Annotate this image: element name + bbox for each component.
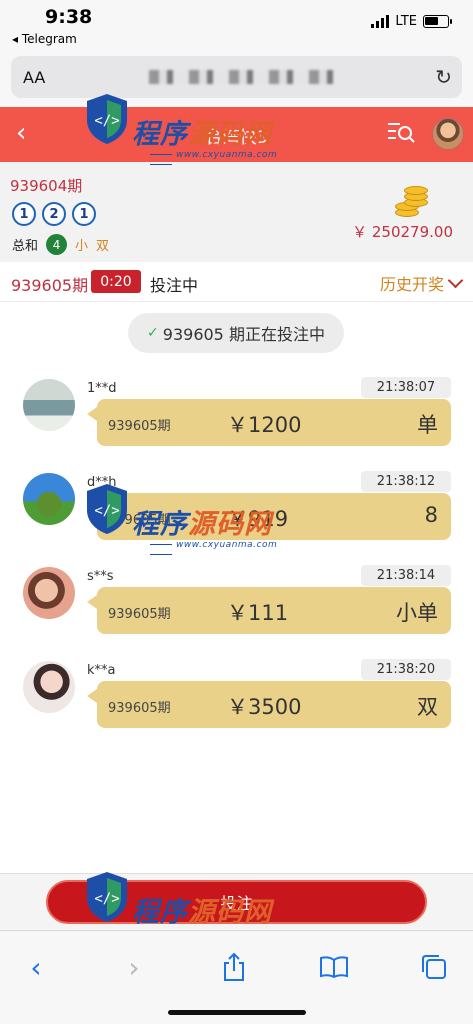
draw-ball: 1 <box>72 202 96 226</box>
bet-username: 1**d <box>87 381 117 396</box>
place-bet-button[interactable]: 投注 <box>46 880 427 924</box>
sum-row: 总和 4 小 双 <box>12 234 109 255</box>
bet-time: 21:38:07 <box>361 377 451 398</box>
last-draw-period: 939604期 <box>10 177 83 195</box>
history-draws-button[interactable]: 历史开奖 <box>379 271 464 295</box>
betting-notice: ✓ 939605 期正在投注中 <box>128 313 344 353</box>
address-bar[interactable]: AA ↻ <box>11 56 462 98</box>
browser-toolbar: ‹ › <box>0 930 473 1024</box>
bet-message: d**h 21:38:12 939605期 ￥919 8 <box>0 469 473 549</box>
bet-period: 939605期 <box>108 607 171 622</box>
bet-bubble: 939605期 ￥1200 单 <box>87 399 451 446</box>
bet-bubble: 939605期 ￥111 小单 <box>87 587 451 634</box>
countdown-timer: 0:20 <box>91 270 141 293</box>
bet-period: 939605期 <box>108 419 171 434</box>
signal-icon <box>371 15 390 28</box>
bet-username: d**h <box>87 475 117 490</box>
chevron-down-icon <box>447 272 464 288</box>
app-header: ‹ 台湾快3 <box>0 107 473 162</box>
text-size-button[interactable]: AA <box>23 68 45 87</box>
account-balance: ￥ 250279.00 <box>352 223 453 241</box>
status-indicators: LTE <box>371 14 452 29</box>
check-icon: ✓ <box>147 325 159 341</box>
search-list-icon[interactable] <box>387 121 415 148</box>
sum-size: 小 <box>75 239 89 254</box>
bet-amount: ￥1200 <box>227 413 302 437</box>
bet-bubble: 939605期 ￥919 8 <box>87 493 451 540</box>
bet-message: s**s 21:38:14 939605期 ￥111 小单 <box>0 563 473 643</box>
bet-period: 939605期 <box>108 701 171 716</box>
bet-message: k**a 21:38:20 939605期 ￥3500 双 <box>0 657 473 737</box>
tabs-icon[interactable] <box>416 949 452 985</box>
text-size-label: AA <box>23 68 46 87</box>
bet-amount: ￥111 <box>227 601 289 625</box>
sum-value: 4 <box>46 234 68 255</box>
user-avatar[interactable] <box>432 118 464 150</box>
notice-text: 939605 期正在投注中 <box>162 325 325 344</box>
bet-action-bar: 投注 <box>0 873 473 930</box>
draw-ball: 2 <box>42 202 66 226</box>
bet-amount: ￥3500 <box>227 695 302 719</box>
blurred-url <box>149 70 334 84</box>
draw-balls: 1 2 1 <box>12 202 96 226</box>
back-to-telegram-link[interactable]: ◂ Telegram <box>12 32 77 46</box>
bet-message: 1**d 21:38:07 939605期 ￥1200 单 <box>0 375 473 455</box>
browser-back-icon[interactable]: ‹ <box>18 949 54 985</box>
bet-choice: 小单 <box>396 601 438 625</box>
bet-bubble: 939605期 ￥3500 双 <box>87 681 451 728</box>
current-period-bar: 939605期 0:20 投注中 历史开奖 <box>0 262 473 302</box>
home-indicator <box>168 1010 306 1015</box>
bet-period: 939605期 <box>108 513 171 528</box>
bet-choice: 双 <box>417 695 438 719</box>
bet-time: 21:38:20 <box>361 659 451 680</box>
history-label: 历史开奖 <box>379 275 444 294</box>
battery-icon <box>423 15 452 28</box>
last-draw-panel: 939604期 1 2 1 总和 4 小 双 ￥ 250279.00 <box>0 162 473 262</box>
bet-time: 21:38:12 <box>361 471 451 492</box>
bet-username: s**s <box>87 569 114 584</box>
bet-choice: 单 <box>417 413 438 437</box>
browser-address-area: AA ↻ <box>0 50 473 107</box>
bet-amount: ￥919 <box>227 507 289 531</box>
network-label: LTE <box>395 14 417 29</box>
bookmarks-icon[interactable] <box>316 949 352 985</box>
avatar <box>23 567 75 619</box>
sum-parity: 双 <box>96 239 110 254</box>
betting-status: 投注中 <box>150 276 199 295</box>
share-icon[interactable] <box>216 949 252 985</box>
coins-icon <box>395 186 429 218</box>
avatar <box>23 379 75 431</box>
avatar <box>23 473 75 525</box>
status-bar: 9:38 ◂ Telegram LTE <box>0 0 473 50</box>
reload-icon[interactable]: ↻ <box>435 65 452 89</box>
draw-ball: 1 <box>12 202 36 226</box>
status-time: 9:38 <box>45 6 93 28</box>
current-period: 939605期 <box>11 276 89 295</box>
bet-username: k**a <box>87 663 116 678</box>
browser-forward-icon[interactable]: › <box>116 949 152 985</box>
avatar <box>23 661 75 713</box>
bet-choice: 8 <box>424 503 438 527</box>
bet-time: 21:38:14 <box>361 565 451 586</box>
sum-label: 总和 <box>12 239 39 254</box>
